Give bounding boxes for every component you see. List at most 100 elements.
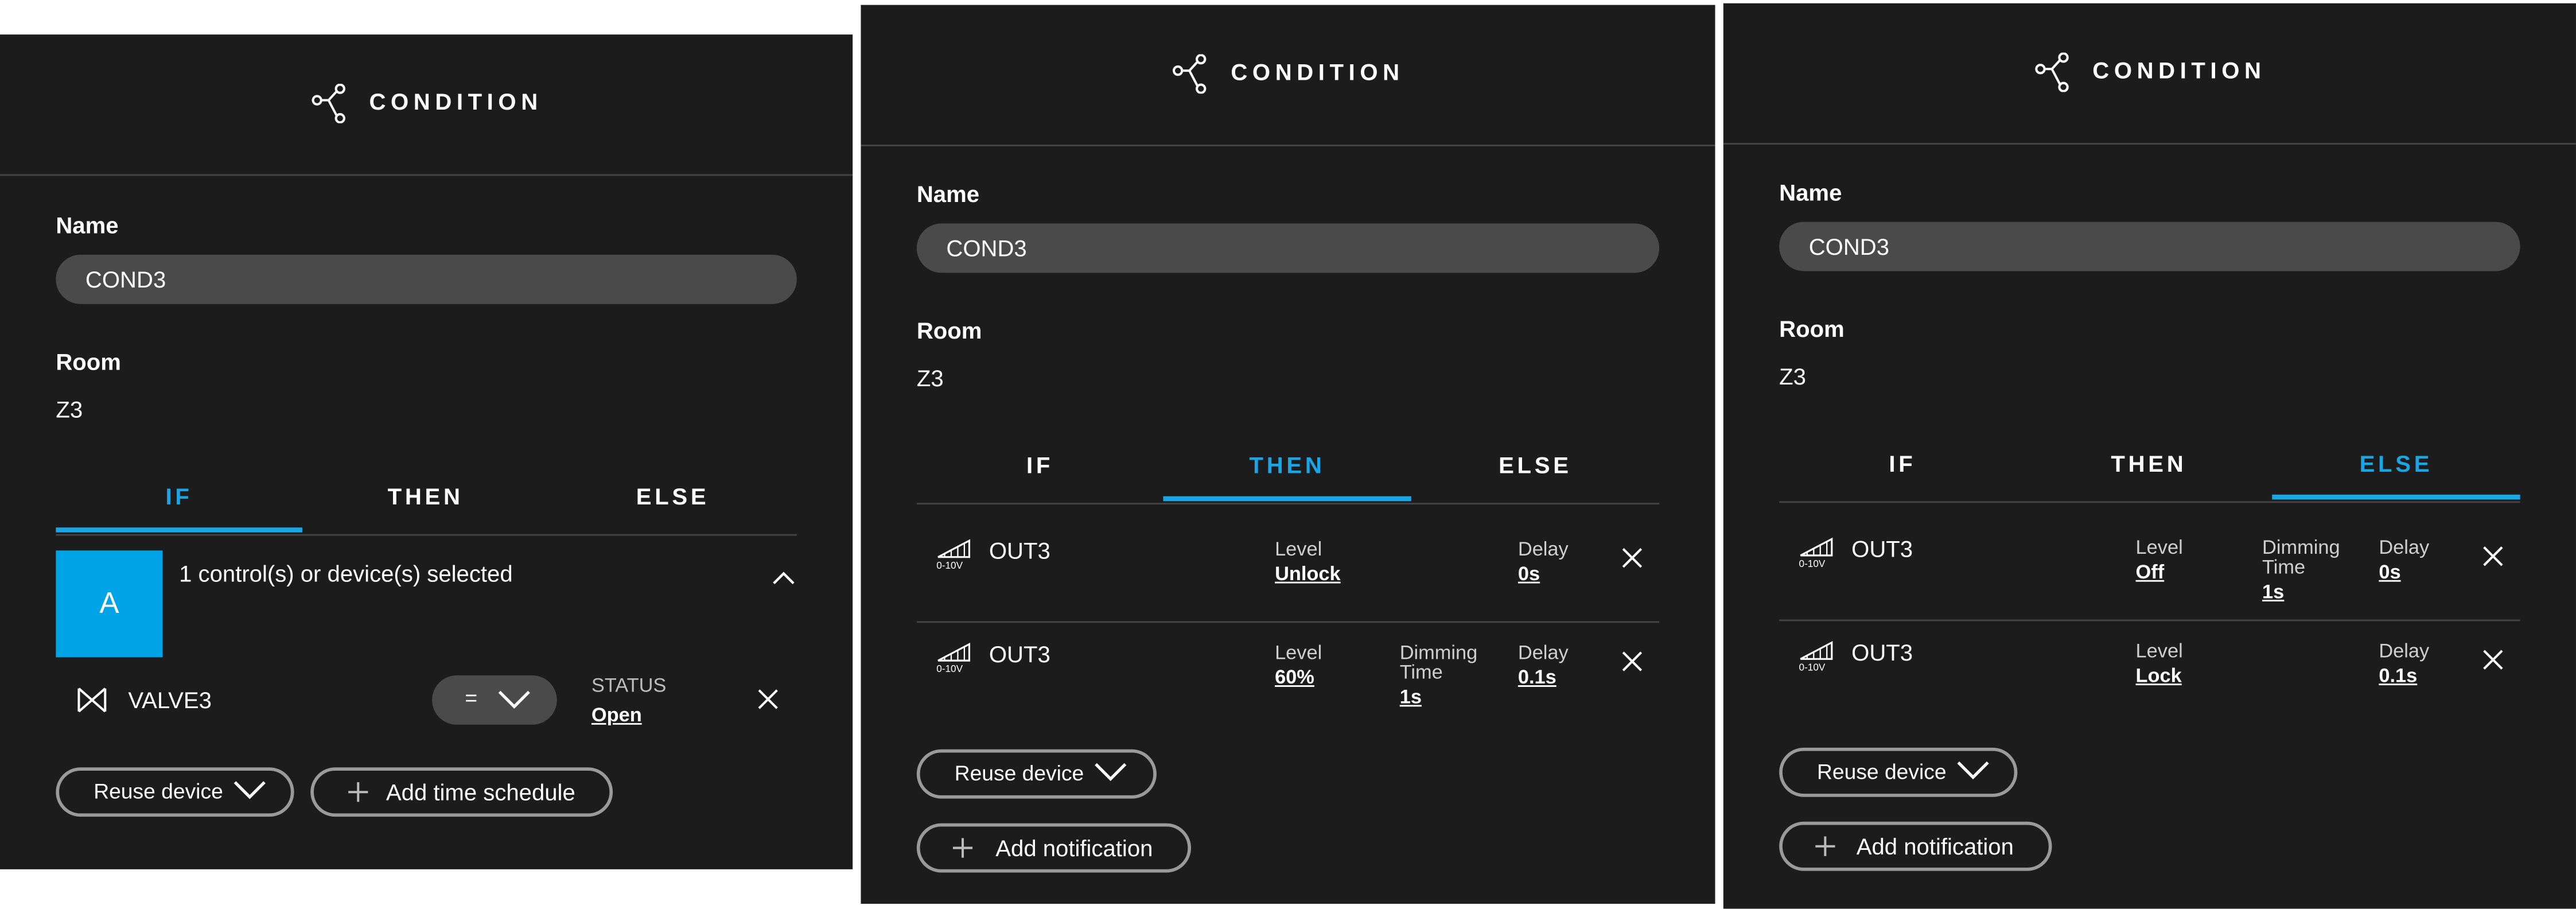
level-label: Level: [1275, 640, 1322, 664]
chevron-up-icon[interactable]: [772, 570, 795, 585]
name-field[interactable]: COND3: [916, 223, 1660, 273]
selection-badge[interactable]: A: [56, 550, 163, 658]
delay-value[interactable]: 0.1s: [2379, 666, 2429, 685]
delay-label: Delay: [1517, 640, 1569, 664]
dimming-label: Dimming Time: [1399, 640, 1478, 684]
tab-if[interactable]: IF: [1779, 442, 2026, 499]
tab-then[interactable]: THEN: [1163, 444, 1411, 502]
add-notification-button[interactable]: Add notification: [916, 823, 1192, 873]
chevron-down-icon: [1957, 761, 1989, 780]
delay-col: Delay 0.1s: [1518, 643, 1569, 687]
dimming-col: Dimming Time 1s: [1400, 643, 1492, 707]
tab-if[interactable]: IF: [56, 475, 302, 533]
add-time-schedule-button[interactable]: Add time schedule: [310, 767, 613, 817]
level-col: Level Lock: [2136, 641, 2183, 685]
action-row: 0-10V OUT3 Level 60% Dimming Time 1s Delay…: [917, 623, 1659, 725]
delay-col: Delay 0s: [1518, 539, 1569, 583]
panel-title: CONDITION: [2092, 57, 2266, 84]
add-time-schedule-label: Add time schedule: [386, 779, 575, 806]
dimmer-0-10v-icon: 0-10V: [1799, 537, 1833, 569]
room-label: Room: [56, 348, 121, 375]
name-label: Name: [1779, 179, 1842, 205]
dimming-value[interactable]: 1s: [2262, 582, 2354, 601]
device-name: OUT3: [989, 537, 1050, 564]
dimmer-0-10v-icon: 0-10V: [936, 642, 971, 674]
name-field[interactable]: COND3: [1779, 222, 2520, 271]
close-icon[interactable]: [1621, 651, 1643, 672]
reuse-device-button[interactable]: Reuse device: [916, 749, 1157, 799]
device-name: OUT3: [989, 640, 1050, 667]
delay-value[interactable]: 0s: [1518, 564, 1569, 583]
delay-col: Delay 0s: [2379, 537, 2429, 581]
action-row: 0-10V OUT3 Level Unlock Delay 0s: [916, 519, 1660, 623]
level-value[interactable]: Unlock: [1275, 564, 1341, 583]
add-notification-button[interactable]: Add notification: [1779, 821, 2052, 871]
room-value: Z3: [1779, 363, 1806, 390]
close-icon[interactable]: [2482, 649, 2504, 670]
svg-text:0-10V: 0-10V: [936, 663, 963, 674]
chevron-down-icon: [234, 781, 266, 799]
panel-header: CONDITION: [1723, 3, 2576, 145]
operator-select[interactable]: =: [432, 675, 557, 725]
device-name: OUT3: [1851, 535, 1913, 562]
close-icon[interactable]: [1621, 547, 1643, 569]
plus-icon: [1815, 836, 1835, 856]
delay-label: Delay: [1517, 537, 1569, 561]
add-notification-label: Add notification: [995, 834, 1153, 861]
action-row: 0-10V OUT3 Level Lock Delay 0.1s: [1779, 621, 2520, 723]
tab-bar: IF THEN ELSE: [56, 475, 797, 536]
action-row: 0-10V OUT3 Level Off Dimming Time 1s Delay…: [1779, 518, 2520, 621]
tab-bar: IF THEN ELSE: [916, 444, 1660, 505]
share-nodes-icon: [2034, 52, 2068, 92]
delay-value[interactable]: 0s: [2379, 562, 2429, 581]
panel-header: CONDITION: [861, 5, 1715, 146]
svg-text:0-10V: 0-10V: [936, 560, 963, 570]
level-col: Level 60%: [1275, 643, 1322, 687]
delay-value[interactable]: 0.1s: [1518, 667, 1569, 687]
dimming-value[interactable]: 1s: [1400, 687, 1492, 706]
tab-else[interactable]: ELSE: [2272, 442, 2520, 500]
share-nodes-icon: [311, 83, 345, 124]
plus-icon: [952, 838, 973, 858]
plus-icon: [348, 782, 368, 802]
delay-label: Delay: [2379, 535, 2430, 559]
close-icon[interactable]: [2482, 546, 2504, 567]
reuse-device-button[interactable]: Reuse device: [56, 767, 294, 817]
reuse-device-button[interactable]: Reuse device: [1779, 747, 2018, 797]
name-label: Name: [916, 180, 980, 207]
level-label: Level: [1275, 537, 1322, 561]
level-col: Level Off: [2136, 537, 2183, 581]
name-field[interactable]: COND3: [56, 254, 797, 304]
valve-icon: [77, 687, 107, 713]
tab-if[interactable]: IF: [917, 444, 1164, 501]
level-label: Level: [2135, 535, 2183, 559]
reuse-device-label: Reuse device: [954, 760, 1084, 786]
device-name: OUT3: [1851, 639, 1913, 666]
level-value[interactable]: Lock: [2136, 666, 2183, 685]
delay-label: Delay: [2379, 639, 2430, 662]
status-value[interactable]: Open: [592, 704, 642, 727]
condition-panel-else: CONDITION Name COND3 Room Z3 IF THEN ELS…: [1723, 3, 2576, 909]
level-col: Level Unlock: [1275, 539, 1341, 583]
tab-then[interactable]: THEN: [302, 475, 549, 533]
room-label: Room: [1779, 315, 1845, 342]
tab-else[interactable]: ELSE: [548, 475, 796, 533]
reuse-device-label: Reuse device: [94, 779, 223, 804]
dimmer-0-10v-icon: 0-10V: [1799, 641, 1833, 672]
tab-then[interactable]: THEN: [2026, 442, 2273, 499]
status-label: STATUS: [591, 674, 667, 697]
selection-summary: 1 control(s) or device(s) selected: [179, 560, 513, 587]
tab-else[interactable]: ELSE: [1411, 444, 1659, 501]
chevron-down-icon: [498, 690, 530, 709]
panel-title: CONDITION: [369, 88, 543, 115]
close-icon[interactable]: [757, 689, 779, 710]
tab-bar: IF THEN ELSE: [1779, 442, 2520, 503]
dimmer-0-10v-icon: 0-10V: [936, 539, 971, 570]
panel-header: CONDITION: [0, 34, 853, 176]
level-value[interactable]: Off: [2136, 562, 2183, 581]
level-value[interactable]: 60%: [1275, 667, 1322, 687]
name-label: Name: [56, 212, 119, 239]
condition-panel-if: CONDITION Name COND3 Room Z3 IF THEN ELS…: [0, 34, 853, 869]
dimming-col: Dimming Time 1s: [2262, 537, 2354, 601]
room-value: Z3: [916, 364, 944, 391]
